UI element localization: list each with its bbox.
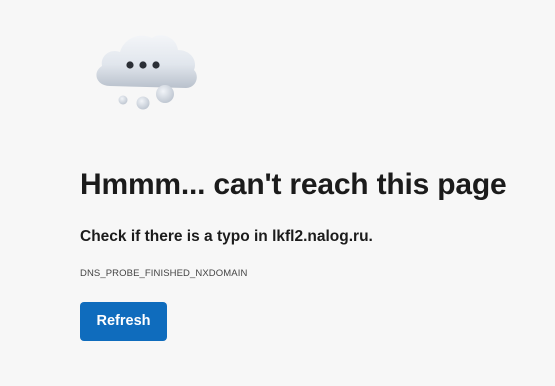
refresh-button[interactable]: Refresh xyxy=(80,302,167,341)
error-page: Hmmm... can't reach this page Check if t… xyxy=(0,0,555,386)
page-title: Hmmm... can't reach this page xyxy=(80,168,507,201)
error-code: DNS_PROBE_FINISHED_NXDOMAIN xyxy=(80,268,248,279)
cloud-thinking-icon xyxy=(88,28,203,113)
error-message: Check if there is a typo in lkfl2.nalog.… xyxy=(80,228,373,245)
